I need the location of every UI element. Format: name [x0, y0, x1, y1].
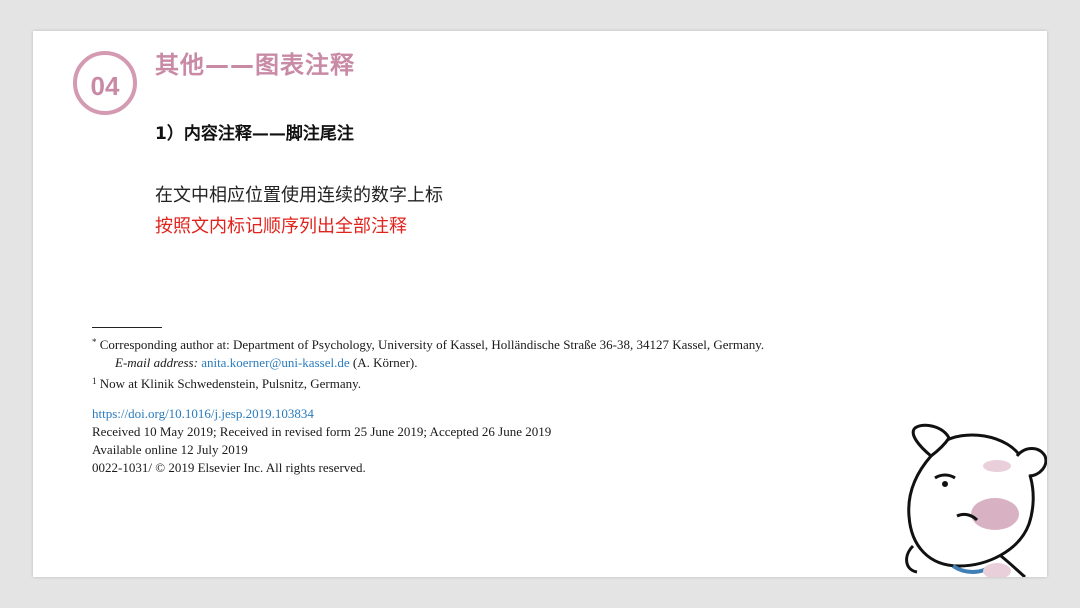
- footnote-email: E-mail address: anita.koerner@uni-kassel…: [92, 354, 764, 372]
- section-number-badge: 04: [73, 51, 137, 115]
- corresponding-author-text: Corresponding author at: Department of P…: [99, 337, 765, 352]
- available-online: Available online 12 July 2019: [92, 442, 248, 457]
- received-dates: Received 10 May 2019; Received in revise…: [92, 424, 552, 439]
- slide-title: 其他——图表注释: [155, 51, 355, 79]
- footnote-1-text: Now at Klinik Schwedenstein, Pulsnitz, G…: [99, 376, 362, 391]
- cartoon-dog-mascot-icon: [905, 423, 1047, 577]
- footnote-corresponding: * Corresponding author at: Department of…: [92, 333, 764, 354]
- email-name: (A. Körner).: [352, 355, 418, 370]
- footnote-1-mark: 1: [92, 376, 97, 386]
- slide: 04 其他——图表注释 1）内容注释——脚注尾注 在文中相应位置使用连续的数字上…: [33, 31, 1047, 577]
- body-line-2-highlight: 按照文内标记顺序列出全部注释: [155, 216, 407, 237]
- slide-subtitle: 1）内容注释——脚注尾注: [155, 124, 354, 144]
- doi-link[interactable]: https://doi.org/10.1016/j.jesp.2019.1038…: [92, 405, 764, 423]
- email-link[interactable]: anita.koerner@uni-kassel.de: [201, 355, 349, 370]
- footnote-rule: [92, 327, 162, 328]
- email-label: E-mail address:: [115, 355, 198, 370]
- footnote-star-mark: *: [92, 337, 97, 347]
- footnote-1: 1 Now at Klinik Schwedenstein, Pulsnitz,…: [92, 372, 764, 393]
- footnote-example: * Corresponding author at: Department of…: [92, 327, 764, 477]
- body-line-1: 在文中相应位置使用连续的数字上标: [155, 185, 443, 206]
- copyright-line: 0022-1031/ © 2019 Elsevier Inc. All righ…: [92, 460, 366, 475]
- section-number: 04: [90, 70, 120, 101]
